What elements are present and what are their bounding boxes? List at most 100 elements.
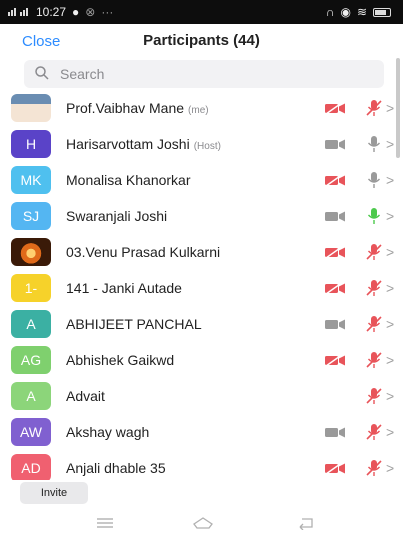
video-off-icon <box>324 353 346 367</box>
participant-name: ABHIJEET PANCHAL <box>66 316 202 332</box>
chevron-right-icon[interactable]: > <box>386 172 394 188</box>
search-bar[interactable] <box>24 60 384 88</box>
participant-role-tag: (me) <box>188 105 209 116</box>
system-navbar <box>0 510 403 536</box>
participant-name-text: Abhishek Gaikwd <box>66 352 175 368</box>
participant-row[interactable]: Prof.Vaibhav Mane (me) > <box>0 90 403 126</box>
video-off-icon <box>324 173 346 187</box>
video-icon <box>324 425 346 439</box>
mic-muted-icon <box>364 242 384 262</box>
avatar <box>11 238 51 266</box>
participant-name: Akshay wagh <box>66 424 149 440</box>
avatar: MK <box>11 166 51 194</box>
battery-icon <box>373 7 391 17</box>
mic-icon <box>364 206 384 226</box>
participant-name-text: Harisarvottam Joshi <box>66 136 190 152</box>
participant-name-text: ABHIJEET PANCHAL <box>66 316 202 332</box>
participant-row[interactable]: 03.Venu Prasad Kulkarni > <box>0 234 403 270</box>
status-right: ∩ ◉ ≋ <box>326 5 391 19</box>
mic-muted-icon <box>364 314 384 334</box>
mic-muted-icon <box>364 350 384 370</box>
menu-icon[interactable] <box>95 516 115 530</box>
participant-row[interactable]: SJ Swaranjali Joshi > <box>0 198 403 234</box>
participant-row[interactable]: 1- 141 - Janki Autade > <box>0 270 403 306</box>
participant-name: Harisarvottam Joshi (Host) <box>66 136 221 152</box>
participant-name: Anjali dhable 35 <box>66 460 166 476</box>
chevron-right-icon[interactable]: > <box>386 424 394 440</box>
participant-name: 03.Venu Prasad Kulkarni <box>66 244 220 260</box>
wifi-icon: ≋ <box>356 5 367 19</box>
participant-row[interactable]: AD Anjali dhable 35 > <box>0 450 403 480</box>
video-off-icon <box>324 245 346 259</box>
video-icon <box>324 209 346 223</box>
sync-icon: ⊗ <box>85 5 96 19</box>
avatar: SJ <box>11 202 51 230</box>
search-icon <box>34 65 52 83</box>
mic-muted-icon <box>364 98 384 118</box>
participant-name: Abhishek Gaikwd <box>66 352 174 368</box>
mic-muted-icon <box>364 386 384 406</box>
mic-icon <box>364 170 384 190</box>
video-off-icon <box>324 461 346 475</box>
participant-name-text: Swaranjali Joshi <box>66 208 168 224</box>
video-off-icon <box>324 281 346 295</box>
mic-muted-icon <box>364 278 384 298</box>
participant-name: Swaranjali Joshi <box>66 208 167 224</box>
participant-row[interactable]: A ABHIJEET PANCHAL > <box>0 306 403 342</box>
avatar: AG <box>11 346 51 374</box>
chevron-right-icon[interactable]: > <box>386 208 394 224</box>
back-icon[interactable] <box>296 516 316 531</box>
participant-role-tag: (Host) <box>193 141 221 152</box>
search-input[interactable] <box>60 66 360 82</box>
participant-name: Advait <box>66 388 105 404</box>
participant-name-text: Anjali dhable 35 <box>66 460 166 476</box>
participant-row[interactable]: MK Monalisa Khanorkar > <box>0 162 403 198</box>
chevron-right-icon[interactable]: > <box>386 460 394 476</box>
participant-name-text: Akshay wagh <box>66 424 150 440</box>
mic-muted-icon <box>364 458 384 478</box>
participant-row[interactable]: H Harisarvottam Joshi (Host) > <box>0 126 403 162</box>
eye-icon: ◉ <box>340 5 351 19</box>
page-title: Participants (44) <box>143 32 260 49</box>
mic-icon <box>364 134 384 154</box>
status-bar: 10:27 ● ⊗ ··· ∩ ◉ ≋ <box>0 0 403 24</box>
chevron-right-icon[interactable]: > <box>386 352 394 368</box>
video-icon <box>324 137 346 151</box>
status-left: 10:27 ● ⊗ ··· <box>8 5 113 19</box>
chevron-right-icon[interactable]: > <box>386 244 394 260</box>
invite-button[interactable]: Invite <box>20 482 88 504</box>
participants-list: Prof.Vaibhav Mane (me) > H Harisarvottam Jos… <box>0 90 403 480</box>
notification-dot-icon: ● <box>72 5 80 19</box>
avatar: A <box>11 310 51 338</box>
video-icon <box>324 317 346 331</box>
participant-name-text: Advait <box>66 388 105 404</box>
participant-name-text: 141 - Janki Autade <box>66 280 182 296</box>
avatar: A <box>11 382 51 410</box>
avatar: AW <box>11 418 51 446</box>
participant-name: 141 - Janki Autade <box>66 280 182 296</box>
close-button[interactable]: Close <box>22 33 60 50</box>
participant-row[interactable]: AG Abhishek Gaikwd > <box>0 342 403 378</box>
avatar: H <box>11 130 51 158</box>
video-off-icon <box>324 101 346 115</box>
avatar <box>11 94 51 122</box>
more-icon: ··· <box>101 5 114 19</box>
status-time: 10:27 <box>36 5 67 19</box>
chevron-right-icon[interactable]: > <box>386 316 394 332</box>
participant-row[interactable]: AW Akshay wagh > <box>0 414 403 450</box>
participant-name-text: Prof.Vaibhav Mane <box>66 100 185 116</box>
chevron-right-icon[interactable]: > <box>386 136 394 152</box>
participant-name: Monalisa Khanorkar <box>66 172 191 188</box>
participant-name-text: 03.Venu Prasad Kulkarni <box>66 244 221 260</box>
participant-row[interactable]: A Advait > <box>0 378 403 414</box>
mic-muted-icon <box>364 422 384 442</box>
avatar: 1- <box>11 274 51 302</box>
chevron-right-icon[interactable]: > <box>386 280 394 296</box>
signal-icon <box>8 5 30 19</box>
chevron-right-icon[interactable]: > <box>386 100 394 116</box>
participant-name-text: Monalisa Khanorkar <box>66 172 191 188</box>
avatar: AD <box>11 454 51 480</box>
home-icon[interactable] <box>192 516 213 530</box>
chevron-right-icon[interactable]: > <box>386 388 394 404</box>
header: Participants (44) Close <box>0 24 403 60</box>
